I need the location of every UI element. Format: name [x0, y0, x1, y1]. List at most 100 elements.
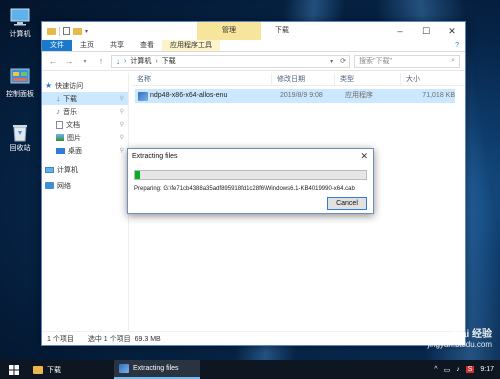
- tab-home[interactable]: 主页: [72, 40, 102, 51]
- pin-icon[interactable]: ⚲: [120, 134, 124, 141]
- desktop-icon-computer[interactable]: 计算机: [3, 8, 37, 39]
- title-bar: ▾ 管理 下载 – ☐ ✕: [42, 22, 465, 40]
- search-input[interactable]: 搜索"下载" ⌕: [354, 54, 460, 68]
- volume-icon[interactable]: ♪: [456, 366, 460, 373]
- new-folder-icon[interactable]: [73, 27, 82, 35]
- desktop-icon-label: 计算机: [9, 31, 31, 38]
- taskbar-item-downloads[interactable]: 下载: [28, 360, 114, 379]
- picture-folder-icon: [56, 134, 64, 141]
- status-selected: 选中 1 个项目: [87, 336, 131, 343]
- pin-icon[interactable]: ⚲: [120, 147, 124, 154]
- window-title: 下载: [275, 27, 289, 34]
- installer-icon: [138, 91, 148, 101]
- nav-item-music[interactable]: ♪ 音乐 ⚲: [42, 105, 128, 118]
- document-folder-icon: [56, 120, 63, 129]
- minimize-button[interactable]: –: [387, 22, 413, 40]
- control-panel-icon: [10, 68, 30, 86]
- status-count: 1 个项目: [47, 336, 74, 343]
- back-icon[interactable]: ←: [47, 56, 59, 66]
- input-method-icon[interactable]: S: [465, 366, 475, 373]
- refresh-icon[interactable]: ⟳: [337, 57, 349, 65]
- file-name: ndp48-x86-x64-allos-enu: [150, 92, 228, 99]
- nav-item-pictures[interactable]: 图片 ⚲: [42, 131, 128, 144]
- ribbon-tabs: 文件 主页 共享 查看 应用程序工具 ?: [42, 40, 465, 52]
- desktop-icon-label: 回收站: [9, 145, 31, 152]
- quick-access-toolbar: ▾: [42, 22, 88, 40]
- breadcrumb-computer[interactable]: 计算机: [130, 56, 151, 66]
- nav-item-documents[interactable]: 文档 ⚲: [42, 118, 128, 131]
- breadcrumb-downloads[interactable]: 下载: [162, 56, 176, 66]
- file-size: 71,018 KB: [422, 92, 455, 99]
- nav-label: 下载: [63, 95, 77, 103]
- taskbar-item-label: 下载: [47, 366, 61, 374]
- nav-computer[interactable]: 计算机: [42, 163, 128, 176]
- tab-share[interactable]: 共享: [102, 40, 132, 51]
- taskbar-item-label: Extracting files: [133, 365, 179, 372]
- progress-fill: [135, 171, 140, 179]
- address-input[interactable]: ↓ › 计算机 › 下载 ▾ ⟳: [111, 54, 350, 68]
- nav-quick-access[interactable]: ★ 快速访问: [42, 79, 128, 92]
- music-folder-icon: ♪: [56, 107, 60, 116]
- status-size: 69.3 MB: [134, 335, 161, 343]
- desktop-icon-label: 控制面板: [6, 91, 34, 98]
- context-tab-group: 管理: [197, 22, 261, 40]
- recent-locations-icon[interactable]: ▾: [79, 58, 91, 65]
- maximize-button[interactable]: ☐: [413, 22, 439, 40]
- file-row[interactable]: ndp48-x86-x64-allos-enu 2019/8/9 9:08 应用…: [135, 89, 455, 103]
- nav-label: 图片: [67, 134, 81, 142]
- desktop-icon-recycle-bin[interactable]: 回收站: [3, 122, 37, 153]
- computer-icon: [10, 8, 30, 26]
- start-button[interactable]: [0, 360, 28, 379]
- taskbar-item-extracting[interactable]: Extracting files: [114, 360, 200, 379]
- nav-label: 计算机: [57, 166, 78, 174]
- watermark-url: jingyan.baidu.com: [427, 340, 492, 349]
- breadcrumb-separator: ›: [124, 57, 127, 65]
- dialog-close-icon[interactable]: ✕: [360, 149, 368, 164]
- address-dropdown-icon[interactable]: ▾: [330, 58, 333, 65]
- chevron-up-icon[interactable]: ^: [434, 366, 437, 373]
- system-tray: ^ ▭ ♪ S 9:17: [434, 360, 500, 379]
- taskbar: 下载 Extracting files ^ ▭ ♪ S 9:17: [0, 360, 500, 379]
- help-icon[interactable]: ?: [449, 40, 465, 51]
- nav-label: 快速访问: [55, 82, 84, 90]
- navigation-pane: ★ 快速访问 ↓ 下载 ⚲ ♪ 音乐 ⚲ 文档 ⚲ 图片 ⚲ 桌面 ⚲ 计算机 …: [42, 73, 129, 331]
- nav-item-downloads[interactable]: ↓ 下载 ⚲: [42, 92, 128, 105]
- tab-file[interactable]: 文件: [42, 40, 72, 51]
- ribbon-spacer: [220, 40, 449, 51]
- tab-view[interactable]: 查看: [132, 40, 162, 51]
- separator: [59, 26, 60, 36]
- network-icon[interactable]: ▭: [444, 366, 451, 374]
- folder-icon: [47, 27, 56, 35]
- properties-icon[interactable]: [63, 27, 70, 35]
- folder-icon: [33, 365, 43, 374]
- nav-label: 音乐: [63, 108, 77, 116]
- breadcrumb-separator: ›: [155, 57, 158, 65]
- star-icon: ★: [45, 81, 53, 90]
- preparing-text: Preparing: G:\fe71cb4388a35adf895918fd1c…: [134, 186, 355, 192]
- column-size[interactable]: 大小: [401, 73, 446, 86]
- progress-bar: [134, 170, 367, 180]
- column-name[interactable]: 名称: [132, 72, 272, 86]
- column-type[interactable]: 类型: [335, 72, 401, 86]
- download-arrow-icon: ↓: [116, 56, 120, 66]
- nav-label: 桌面: [68, 147, 82, 155]
- column-modified[interactable]: 修改日期: [272, 72, 335, 86]
- installer-icon: [119, 364, 129, 373]
- pin-icon[interactable]: ⚲: [120, 121, 124, 128]
- nav-item-desktop[interactable]: 桌面 ⚲: [42, 144, 128, 157]
- tab-application-tools[interactable]: 应用程序工具: [162, 40, 220, 51]
- forward-icon[interactable]: →: [63, 56, 75, 66]
- close-button[interactable]: ✕: [439, 22, 465, 40]
- desktop-icon-control-panel[interactable]: 控制面板: [3, 68, 37, 99]
- dialog-title: Extracting files: [132, 153, 178, 160]
- file-modified: 2019/8/9 9:08: [280, 92, 323, 99]
- customize-toolbar-icon[interactable]: ▾: [85, 28, 88, 35]
- clock[interactable]: 9:17: [480, 366, 494, 373]
- cancel-button[interactable]: Cancel: [327, 197, 367, 210]
- up-icon[interactable]: ↑: [95, 56, 107, 66]
- pin-icon[interactable]: ⚲: [120, 108, 124, 115]
- download-folder-icon: ↓: [56, 94, 60, 103]
- recycle-bin-icon: [10, 122, 30, 142]
- pin-icon[interactable]: ⚲: [120, 95, 124, 102]
- nav-network[interactable]: 网络: [42, 179, 128, 192]
